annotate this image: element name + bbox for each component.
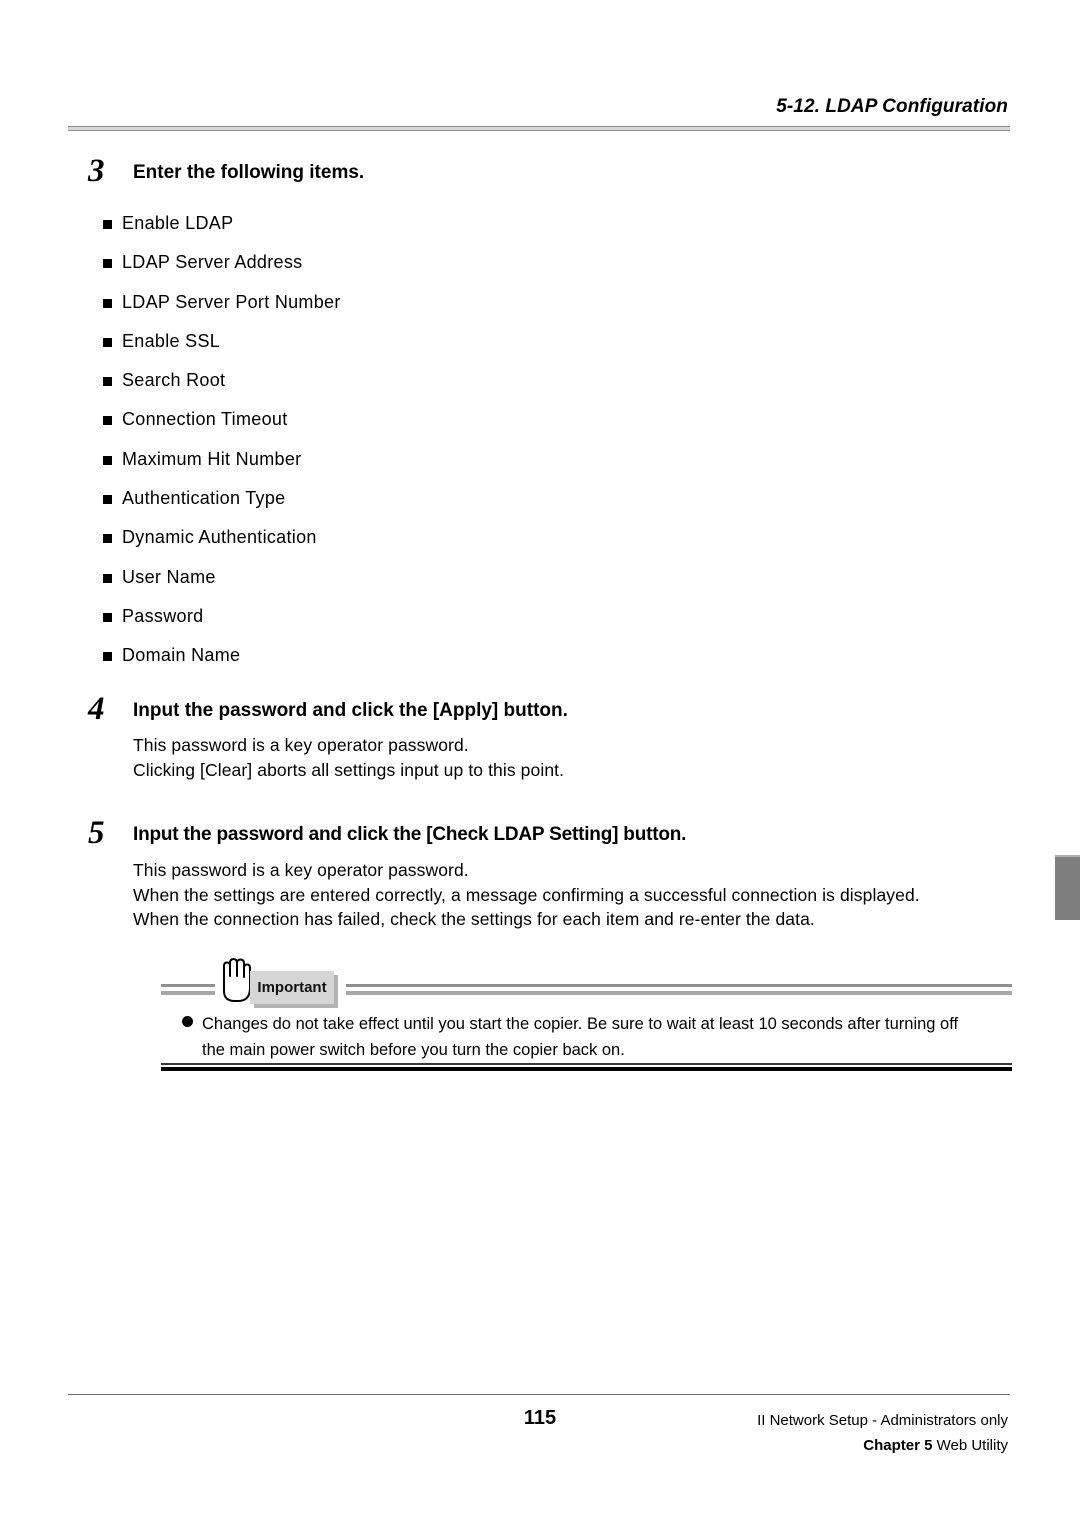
step-5-body-line: This password is a key operator password… — [133, 860, 469, 880]
list-item-label: Maximum Hit Number — [122, 448, 302, 469]
square-bullet-icon — [103, 534, 112, 544]
list-item: LDAP Server Port Number — [0, 292, 1080, 331]
square-bullet-icon — [103, 259, 112, 269]
list-item: User Name — [0, 567, 1080, 606]
callout-rule-line — [346, 984, 1012, 987]
step-4-body: This password is a key operator password… — [133, 733, 564, 782]
step-5-body: This password is a key operator password… — [133, 858, 920, 932]
step-5-number: 5 — [88, 815, 105, 851]
step-3-number: 3 — [88, 153, 105, 189]
list-item: LDAP Server Address — [0, 252, 1080, 291]
square-bullet-icon — [103, 220, 112, 229]
square-bullet-icon — [103, 455, 112, 465]
footer-line-1: II Network Setup - Administrators only — [757, 1412, 1008, 1429]
square-bullet-icon — [103, 416, 112, 426]
list-item: Password — [0, 606, 1080, 645]
footer-chapter-label: Chapter 5 — [863, 1437, 933, 1454]
step-3-title: Enter the following items. — [133, 162, 365, 183]
callout-body-line: Changes do not take effect until you sta… — [202, 1015, 959, 1033]
header-divider — [68, 126, 1010, 131]
list-item-label: Dynamic Authentication — [122, 527, 317, 548]
list-item: Dynamic Authentication — [0, 527, 1080, 566]
square-bullet-icon — [103, 573, 112, 583]
important-badge-label: Important — [257, 979, 327, 996]
square-bullet-icon — [103, 377, 112, 387]
list-item-label: Search Root — [122, 370, 226, 391]
step-5-body-line: When the settings are entered correctly,… — [133, 884, 920, 905]
footer-line-2: Chapter 5 Web Utility — [757, 1433, 1008, 1458]
step-5-title: Input the password and click the [Check … — [133, 824, 687, 845]
list-item: Maximum Hit Number — [0, 449, 1080, 488]
list-item: Domain Name — [0, 645, 1080, 684]
square-bullet-icon — [103, 652, 112, 662]
list-item-label: Password — [122, 605, 204, 626]
list-item: Enable LDAP — [0, 213, 1080, 252]
square-bullet-icon — [103, 298, 112, 308]
callout-rule-left — [161, 984, 215, 995]
ldap-items-list: Enable LDAP LDAP Server Address LDAP Ser… — [0, 213, 1080, 685]
list-item-label: LDAP Server Address — [122, 252, 303, 273]
list-item: Search Root — [0, 370, 1080, 409]
footer-chapter-rest: Web Utility — [932, 1437, 1008, 1454]
step-4-number: 4 — [88, 691, 105, 727]
page-header: 5-12. LDAP Configuration — [0, 96, 1080, 136]
footer-divider — [68, 1394, 1010, 1395]
chapter-thumb-tab — [1055, 855, 1080, 920]
list-item-label: Enable SSL — [122, 330, 221, 351]
list-item: Connection Timeout — [0, 409, 1080, 448]
important-badge: Important — [250, 971, 334, 1004]
callout-rule-line — [346, 991, 1012, 995]
square-bullet-icon — [103, 612, 112, 622]
callout-bottom-thick-line — [161, 1067, 1012, 1071]
step-4-body-line: Clicking [Clear] aborts all settings inp… — [133, 759, 565, 780]
footer-caption: II Network Setup - Administrators only C… — [757, 1408, 1008, 1458]
callout-rule-line — [161, 984, 215, 987]
callout-rule-right — [346, 984, 1012, 995]
list-item-label: Domain Name — [122, 645, 241, 666]
list-item: Enable SSL — [0, 331, 1080, 370]
callout-body-line: the main power switch before you turn th… — [202, 1041, 625, 1059]
callout-bottom-thin-line — [161, 1063, 1012, 1065]
header-title: 5-12. LDAP Configuration — [776, 96, 1008, 117]
list-item-label: Enable LDAP — [122, 213, 234, 233]
square-bullet-icon — [103, 337, 112, 347]
step-4-body-line: This password is a key operator password… — [133, 735, 469, 755]
list-item: Authentication Type — [0, 488, 1080, 527]
square-bullet-icon — [103, 495, 112, 505]
list-item-label: User Name — [122, 566, 216, 587]
step-5-body-line: When the connection has failed, check th… — [133, 909, 815, 929]
callout-bottom-rule — [161, 1063, 1012, 1071]
round-bullet-icon — [182, 1016, 193, 1027]
callout-rule-line — [161, 991, 215, 995]
list-item-label: LDAP Server Port Number — [122, 291, 341, 312]
step-4-title: Input the password and click the [Apply]… — [133, 700, 568, 721]
list-item-label: Connection Timeout — [122, 409, 288, 430]
list-item-label: Authentication Type — [122, 488, 286, 509]
